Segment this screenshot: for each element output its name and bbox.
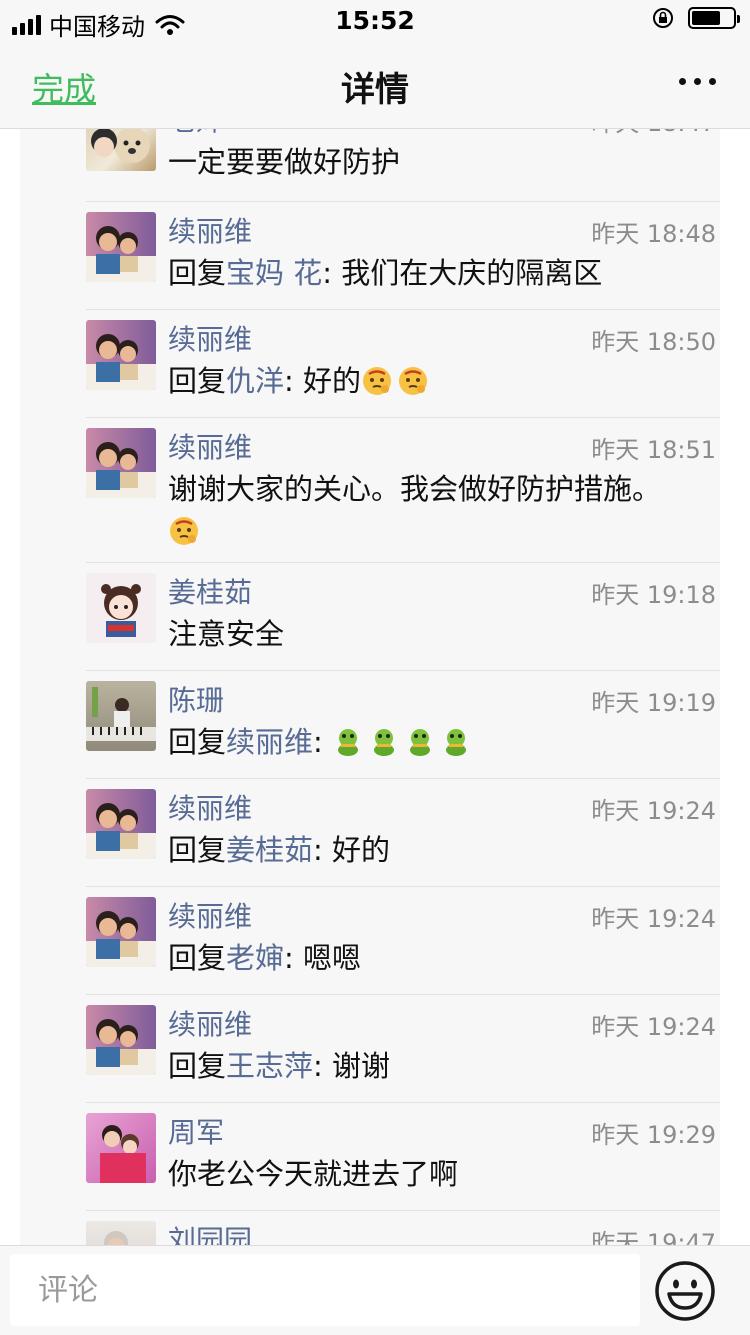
comment-time: 昨天 19:24 (591, 905, 716, 933)
reply-prefix: 回复 (168, 725, 227, 759)
comment-author[interactable]: 姜桂茹 (168, 571, 252, 611)
comment-item[interactable]: 姜桂茹 昨天 19:18 注意安全 (86, 563, 720, 671)
green-frog-icon (374, 729, 395, 756)
comment-body: : 嗯嗯 (284, 941, 362, 975)
thinking-face-icon (399, 367, 428, 395)
comment-item[interactable]: 老婶 昨天 18:47 一定要要做好防护 (86, 129, 720, 202)
avatar[interactable] (86, 1221, 156, 1245)
comment-body: : (313, 725, 333, 759)
avatar[interactable] (86, 320, 156, 390)
thinking-face-icon (170, 517, 198, 545)
status-bar: 中国移动 15:52 (0, 0, 750, 41)
comments-scroll-area[interactable]: 老婶 昨天 18:47 一定要要做好防护 续丽维 昨天 18:48 回复宝妈 花… (0, 129, 750, 1245)
thinking-face-icon (363, 367, 392, 395)
reply-to-name[interactable]: 宝妈 花 (226, 256, 322, 290)
nav-bar: 完成 详情 (0, 40, 750, 129)
battery-icon (688, 7, 740, 29)
reply-to-name[interactable]: 王志萍 (226, 1049, 313, 1083)
comment-author[interactable]: 续丽维 (168, 1003, 252, 1043)
comment-time: 昨天 18:50 (591, 328, 716, 356)
comment-author[interactable]: 续丽维 (168, 787, 252, 827)
comment-time: 昨天 19:24 (591, 1013, 716, 1041)
comment-time: 昨天 19:18 (591, 581, 716, 609)
comment-time: 昨天 18:51 (591, 436, 716, 464)
comment-body: 注意安全 (168, 617, 285, 651)
comment-input[interactable] (10, 1254, 640, 1326)
avatar[interactable] (86, 789, 156, 859)
comment-body: : 我们在大庆的隔离区 (322, 256, 603, 290)
reply-prefix: 回复 (168, 1049, 227, 1083)
comment-text: 注意安全 (168, 613, 708, 655)
comment-item[interactable]: 续丽维 昨天 19:24 回复王志萍: 谢谢 (86, 995, 720, 1103)
comment-text: 谢谢大家的关心。我会做好防护措施。 (168, 468, 720, 552)
comment-bar (0, 1245, 750, 1335)
comment-time: 昨天 18:47 (591, 129, 716, 138)
green-frog-icon (338, 729, 359, 756)
rotation-lock-icon (653, 8, 673, 28)
avatar[interactable] (86, 1113, 156, 1183)
comment-time: 昨天 19:19 (591, 689, 716, 717)
comment-author[interactable]: 续丽维 (168, 426, 252, 466)
comment-text: 一定要要做好防护 (168, 141, 708, 183)
reply-prefix: 回复 (168, 256, 227, 290)
comment-text: 你老公今天就进去了啊 (168, 1153, 708, 1195)
comment-item[interactable]: 续丽维 昨天 18:48 回复宝妈 花: 我们在大庆的隔离区 (86, 202, 720, 310)
status-time: 15:52 (335, 6, 415, 35)
comment-body: : 谢谢 (313, 1049, 391, 1083)
comment-item[interactable]: 续丽维 昨天 19:24 回复姜桂茹: 好的 (86, 779, 720, 887)
comment-body: : 好的 (284, 364, 362, 398)
comment-author[interactable]: 陈珊 (168, 679, 224, 719)
green-frog-icon (446, 729, 467, 756)
avatar[interactable] (86, 212, 156, 282)
comment-body: 你老公今天就进去了啊 (168, 1157, 459, 1191)
comment-text: 回复宝妈 花: 我们在大庆的隔离区 (168, 252, 708, 294)
comment-text: 回复王志萍: 谢谢 (168, 1045, 708, 1087)
reply-to-name[interactable]: 续丽维 (226, 725, 313, 759)
more-options-icon[interactable] (679, 78, 716, 85)
comment-body: : 好的 (313, 833, 391, 867)
reply-prefix: 回复 (168, 941, 227, 975)
comment-time: 昨天 19:47 (591, 1229, 716, 1245)
comment-text: 回复老婶: 嗯嗯 (168, 937, 708, 979)
reply-to-name[interactable]: 姜桂茹 (226, 833, 313, 867)
comment-body: 一定要要做好防护 (168, 145, 401, 179)
avatar[interactable] (86, 428, 156, 498)
reply-to-name[interactable]: 老婶 (226, 941, 284, 975)
emoji-icon[interactable] (654, 1260, 716, 1322)
comment-author[interactable]: 续丽维 (168, 318, 252, 358)
comment-time: 昨天 19:24 (591, 797, 716, 825)
comment-text: 回复姜桂茹: 好的 (168, 829, 708, 871)
avatar[interactable] (86, 573, 156, 643)
comment-author[interactable]: 续丽维 (168, 210, 252, 250)
page-title: 详情 (341, 70, 409, 110)
reply-to-name[interactable]: 仇洋 (226, 364, 284, 398)
comment-text: 回复续丽维: (168, 721, 708, 763)
comment-author[interactable]: 刘园园 (168, 1219, 252, 1245)
comment-item[interactable]: 周军 昨天 19:29 你老公今天就进去了啊 (86, 1103, 720, 1211)
comment-author[interactable]: 续丽维 (168, 895, 252, 935)
comment-item[interactable]: 陈珊 昨天 19:19 回复续丽维: (86, 671, 720, 779)
reply-prefix: 回复 (168, 833, 227, 867)
avatar[interactable] (86, 1005, 156, 1075)
comment-author[interactable]: 老婶 (168, 129, 224, 139)
comment-item[interactable]: 刘园园 昨天 19:47 (86, 1211, 720, 1245)
comment-item[interactable]: 续丽维 昨天 18:51 谢谢大家的关心。我会做好防护措施。 (86, 418, 720, 563)
reply-prefix: 回复 (168, 364, 227, 398)
comment-time: 昨天 18:48 (591, 220, 716, 248)
green-frog-icon (410, 729, 431, 756)
comment-item[interactable]: 续丽维 昨天 19:24 回复老婶: 嗯嗯 (86, 887, 720, 995)
comment-text: 回复仇洋: 好的 (168, 360, 708, 402)
comment-author[interactable]: 周军 (168, 1111, 224, 1151)
avatar[interactable] (86, 129, 156, 171)
avatar[interactable] (86, 681, 156, 751)
comment-body: 谢谢大家的关心。我会做好防护措施。 (168, 472, 662, 506)
comment-item[interactable]: 续丽维 昨天 18:50 回复仇洋: 好的 (86, 310, 720, 418)
avatar[interactable] (86, 897, 156, 967)
comment-time: 昨天 19:29 (591, 1121, 716, 1149)
comments-panel: 老婶 昨天 18:47 一定要要做好防护 续丽维 昨天 18:48 回复宝妈 花… (20, 129, 720, 1245)
